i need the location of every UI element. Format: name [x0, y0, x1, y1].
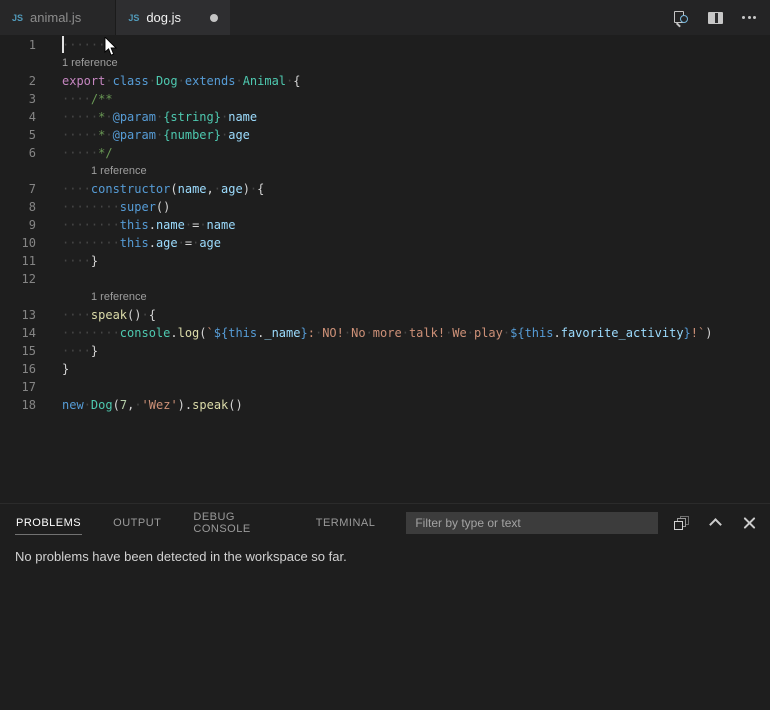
- code-line[interactable]: 12: [0, 270, 770, 288]
- ellipsis-icon: [742, 16, 756, 19]
- line-number: 5: [0, 126, 36, 144]
- editor-tab-bar: JS animal.js JS dog.js: [0, 0, 770, 35]
- codelens-reference[interactable]: 1 reference: [0, 162, 770, 180]
- modified-dot-icon[interactable]: [210, 14, 218, 22]
- close-icon: [743, 516, 756, 529]
- code-line[interactable]: 9········this.name·=·name: [0, 216, 770, 234]
- js-file-icon: JS: [12, 13, 23, 23]
- text-cursor: [62, 36, 64, 53]
- split-editor-button[interactable]: [706, 9, 724, 27]
- code-line[interactable]: 3····/**: [0, 90, 770, 108]
- code-line[interactable]: 7····constructor(name,·age)·{: [0, 180, 770, 198]
- split-editor-icon: [708, 12, 723, 24]
- tab-dog-js[interactable]: JS dog.js: [116, 0, 230, 35]
- code-line[interactable]: 15····}: [0, 342, 770, 360]
- line-number: 16: [0, 360, 36, 378]
- line-number: 15: [0, 342, 36, 360]
- line-number: 17: [0, 378, 36, 396]
- bottom-panel: PROBLEMS OUTPUT DEBUG CONSOLE TERMINAL N…: [0, 503, 770, 710]
- line-number: 6: [0, 144, 36, 162]
- js-file-icon: JS: [128, 13, 139, 23]
- code-line[interactable]: 13····speak()·{: [0, 306, 770, 324]
- line-number: 11: [0, 252, 36, 270]
- vscode-window: JS animal.js JS dog.js 1······1 referenc…: [0, 0, 770, 710]
- tab-label: dog.js: [146, 10, 181, 25]
- code-line[interactable]: 5·····*·@param·{number}·age: [0, 126, 770, 144]
- code-line[interactable]: 17: [0, 378, 770, 396]
- line-number: 8: [0, 198, 36, 216]
- collapse-all-button[interactable]: [673, 514, 690, 531]
- tab-label: animal.js: [30, 10, 81, 25]
- panel-tab-problems[interactable]: PROBLEMS: [15, 510, 82, 535]
- code-line[interactable]: 4·····*·@param·{string}·name: [0, 108, 770, 126]
- line-number: 1: [0, 36, 36, 54]
- line-number: 3: [0, 90, 36, 108]
- collapse-all-icon: [674, 516, 689, 530]
- code-line[interactable]: 11····}: [0, 252, 770, 270]
- close-panel-button[interactable]: [741, 514, 758, 531]
- codelens-reference[interactable]: 1 reference: [0, 54, 770, 72]
- panel-tab-terminal[interactable]: TERMINAL: [315, 510, 377, 535]
- problems-empty-message: No problems have been detected in the wo…: [15, 549, 347, 564]
- more-actions-button[interactable]: [740, 9, 758, 27]
- code-line[interactable]: 1······: [0, 36, 770, 54]
- line-number: 12: [0, 270, 36, 288]
- open-preview-button[interactable]: [672, 9, 690, 27]
- code-line[interactable]: 6·····*/: [0, 144, 770, 162]
- line-number: 2: [0, 72, 36, 90]
- code-lines: 1······1 reference2export·class·Dog·exte…: [0, 36, 770, 414]
- panel-tab-debug-console[interactable]: DEBUG CONSOLE: [192, 504, 284, 541]
- line-number: 9: [0, 216, 36, 234]
- code-line[interactable]: 10········this.age·=·age: [0, 234, 770, 252]
- chevron-up-icon: [709, 518, 722, 531]
- line-number: 18: [0, 396, 36, 414]
- code-line[interactable]: 8········super(): [0, 198, 770, 216]
- line-number: 7: [0, 180, 36, 198]
- panel-body: No problems have been detected in the wo…: [0, 541, 770, 572]
- line-number: 10: [0, 234, 36, 252]
- code-line[interactable]: 16}: [0, 360, 770, 378]
- codelens-reference[interactable]: 1 reference: [0, 288, 770, 306]
- line-number: 13: [0, 306, 36, 324]
- code-line[interactable]: 18new·Dog(7,·'Wez').speak(): [0, 396, 770, 414]
- code-line[interactable]: 14········console.log(`${this._name}:·NO…: [0, 324, 770, 342]
- panel-tab-output[interactable]: OUTPUT: [112, 510, 162, 535]
- maximize-panel-button[interactable]: [707, 514, 724, 531]
- panel-header: PROBLEMS OUTPUT DEBUG CONSOLE TERMINAL: [0, 504, 770, 541]
- tab-animal-js[interactable]: JS animal.js: [0, 0, 116, 35]
- editor-actions: [672, 0, 770, 35]
- line-number: 4: [0, 108, 36, 126]
- open-preview-icon: [673, 10, 689, 26]
- panel-actions: [673, 514, 762, 531]
- code-editor[interactable]: 1······1 reference2export·class·Dog·exte…: [0, 35, 770, 503]
- code-line[interactable]: 2export·class·Dog·extends·Animal·{: [0, 72, 770, 90]
- line-number: 14: [0, 324, 36, 342]
- problems-filter-input[interactable]: [406, 512, 658, 534]
